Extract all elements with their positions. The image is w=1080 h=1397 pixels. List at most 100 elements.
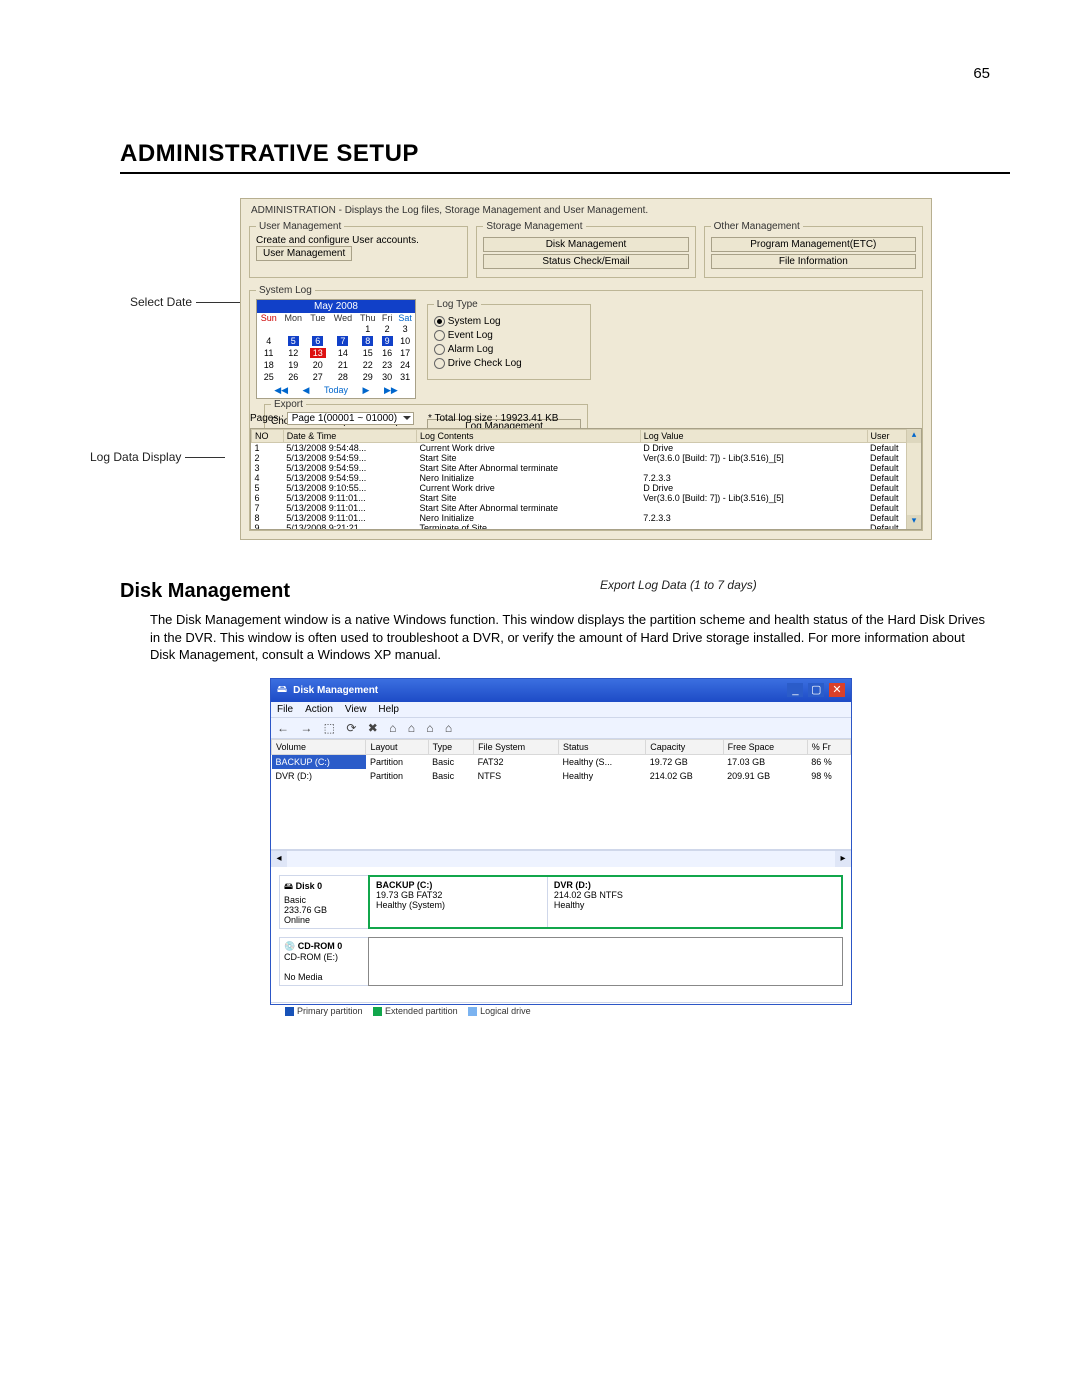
- calendar-day[interactable]: [257, 323, 280, 335]
- calendar-day[interactable]: 21: [330, 359, 357, 371]
- cal-next-icon[interactable]: ▶: [363, 385, 370, 395]
- hscroll-right-icon[interactable]: ▸: [835, 851, 851, 867]
- minimize-icon[interactable]: _: [787, 683, 803, 697]
- scroll-up-icon[interactable]: ▴: [907, 429, 921, 443]
- calendar-day[interactable]: 7: [330, 335, 357, 347]
- hscroll-left-icon[interactable]: ◂: [271, 851, 287, 867]
- menu-item[interactable]: View: [345, 704, 367, 715]
- calendar-day[interactable]: 24: [395, 359, 415, 371]
- calendar-day[interactable]: 25: [257, 371, 280, 383]
- dm-col-header[interactable]: Status: [559, 739, 646, 754]
- calendar-day[interactable]: 23: [379, 359, 395, 371]
- calendar-day[interactable]: 15: [356, 347, 379, 359]
- program-management-button[interactable]: Program Management(ETC): [711, 237, 916, 252]
- calendar-day[interactable]: 4: [257, 335, 280, 347]
- menu-item[interactable]: Action: [305, 704, 333, 715]
- table-row[interactable]: DVR (D:)PartitionBasicNTFSHealthy214.02 …: [272, 769, 851, 783]
- calendar-footer[interactable]: ◀◀ ◀ Today ▶ ▶▶: [257, 383, 415, 398]
- table-row[interactable]: 35/13/2008 9:54:59...Start Site After Ab…: [252, 463, 921, 473]
- calendar[interactable]: May 2008 SunMonTueWedThuFriSat1234567891…: [256, 299, 416, 399]
- calendar-day[interactable]: 11: [257, 347, 280, 359]
- file-information-button[interactable]: File Information: [711, 254, 916, 269]
- calendar-day[interactable]: 10: [395, 335, 415, 347]
- maximize-icon[interactable]: ▢: [808, 683, 824, 697]
- table-row[interactable]: 65/13/2008 9:11:01...Start SiteVer(3.6.0…: [252, 493, 921, 503]
- table-row[interactable]: 95/13/2008 9:21:21...Terminate of SiteDe…: [252, 523, 921, 530]
- dm-menu-bar[interactable]: File Action View Help: [271, 702, 851, 718]
- log-col-header[interactable]: Date & Time: [283, 430, 416, 443]
- calendar-day[interactable]: 8: [356, 335, 379, 347]
- dm-volume-list[interactable]: VolumeLayoutTypeFile SystemStatusCapacit…: [271, 739, 851, 850]
- user-management-button[interactable]: User Management: [256, 246, 352, 261]
- log-col-header[interactable]: Log Contents: [416, 430, 640, 443]
- log-type-option[interactable]: Event Log: [434, 330, 584, 341]
- radio-icon[interactable]: [434, 316, 445, 327]
- disk-management-button[interactable]: Disk Management: [483, 237, 688, 252]
- log-type-option[interactable]: System Log: [434, 316, 584, 327]
- calendar-day[interactable]: 26: [280, 371, 306, 383]
- calendar-day[interactable]: 13: [306, 347, 329, 359]
- menu-item[interactable]: Help: [378, 704, 399, 715]
- log-type-option[interactable]: Drive Check Log: [434, 358, 584, 369]
- table-row[interactable]: 15/13/2008 9:54:48...Current Work driveD…: [252, 443, 921, 454]
- calendar-day[interactable]: [330, 323, 357, 335]
- table-row[interactable]: 55/13/2008 9:10:55...Current Work driveD…: [252, 483, 921, 493]
- calendar-day[interactable]: 17: [395, 347, 415, 359]
- calendar-day[interactable]: 31: [395, 371, 415, 383]
- calendar-day[interactable]: 16: [379, 347, 395, 359]
- calendar-day[interactable]: 2: [379, 323, 395, 335]
- dm-col-header[interactable]: Layout: [366, 739, 428, 754]
- calendar-day[interactable]: 28: [330, 371, 357, 383]
- log-col-header[interactable]: Log Value: [640, 430, 867, 443]
- calendar-day[interactable]: 5: [280, 335, 306, 347]
- calendar-day[interactable]: [306, 323, 329, 335]
- calendar-day[interactable]: [280, 323, 306, 335]
- calendar-day[interactable]: 19: [280, 359, 306, 371]
- table-row[interactable]: BACKUP (C:)PartitionBasicFAT32Healthy (S…: [272, 754, 851, 769]
- radio-icon[interactable]: [434, 358, 445, 369]
- log-table[interactable]: NODate & TimeLog ContentsLog ValueUser15…: [250, 428, 922, 530]
- table-row[interactable]: 85/13/2008 9:11:01...Nero Initialize7.2.…: [252, 513, 921, 523]
- calendar-day[interactable]: 20: [306, 359, 329, 371]
- calendar-day[interactable]: 29: [356, 371, 379, 383]
- calendar-day[interactable]: 18: [257, 359, 280, 371]
- calendar-day[interactable]: 12: [280, 347, 306, 359]
- log-type-option[interactable]: Alarm Log: [434, 344, 584, 355]
- partition-backup[interactable]: BACKUP (C:) 19.73 GB FAT32 Healthy (Syst…: [370, 877, 548, 927]
- calendar-day[interactable]: 27: [306, 371, 329, 383]
- calendar-day[interactable]: 9: [379, 335, 395, 347]
- calendar-day[interactable]: 22: [356, 359, 379, 371]
- dm-col-header[interactable]: File System: [474, 739, 559, 754]
- dm-col-header[interactable]: Volume: [272, 739, 366, 754]
- close-icon[interactable]: ✕: [829, 683, 845, 697]
- calendar-day[interactable]: 1: [356, 323, 379, 335]
- dm-toolbar[interactable]: ← → ⬚ ⟳ ✖ ⌂ ⌂ ⌂ ⌂: [271, 718, 851, 739]
- calendar-day[interactable]: 30: [379, 371, 395, 383]
- cal-first-icon[interactable]: ◀◀: [274, 385, 288, 395]
- dm-col-header[interactable]: Type: [428, 739, 473, 754]
- calendar-grid[interactable]: SunMonTueWedThuFriSat1234567891011121314…: [257, 313, 415, 383]
- calendar-day[interactable]: 14: [330, 347, 357, 359]
- cdrom-row[interactable]: 💿 CD-ROM 0 CD-ROM (E:) No Media: [279, 937, 843, 986]
- partition-dvr[interactable]: DVR (D:) 214.02 GB NTFS Healthy: [548, 877, 841, 927]
- log-col-header[interactable]: NO: [252, 430, 284, 443]
- table-row[interactable]: 75/13/2008 9:11:01...Start Site After Ab…: [252, 503, 921, 513]
- pages-select[interactable]: Page 1(00001 ~ 01000): [287, 412, 414, 425]
- menu-item[interactable]: File: [277, 704, 293, 715]
- disk0-row[interactable]: 🖴 Disk 0 Basic 233.76 GB Online BACKUP (…: [279, 875, 843, 929]
- dm-col-header[interactable]: % Fr: [807, 739, 850, 754]
- cal-last-icon[interactable]: ▶▶: [384, 385, 398, 395]
- radio-icon[interactable]: [434, 344, 445, 355]
- dm-col-header[interactable]: Capacity: [646, 739, 723, 754]
- status-check-email-button[interactable]: Status Check/Email: [483, 254, 688, 269]
- scroll-down-icon[interactable]: ▾: [907, 515, 921, 529]
- radio-icon[interactable]: [434, 330, 445, 341]
- table-row[interactable]: 45/13/2008 9:54:59...Nero Initialize7.2.…: [252, 473, 921, 483]
- log-scrollbar[interactable]: ▴ ▾: [906, 429, 921, 529]
- table-row[interactable]: 25/13/2008 9:54:59...Start SiteVer(3.6.0…: [252, 453, 921, 463]
- calendar-day[interactable]: 6: [306, 335, 329, 347]
- dm-titlebar[interactable]: 🖴 Disk Management _ ▢ ✕: [271, 679, 851, 702]
- dm-col-header[interactable]: Free Space: [723, 739, 807, 754]
- dm-hscroll[interactable]: ◂ ▸: [271, 850, 851, 867]
- calendar-day[interactable]: 3: [395, 323, 415, 335]
